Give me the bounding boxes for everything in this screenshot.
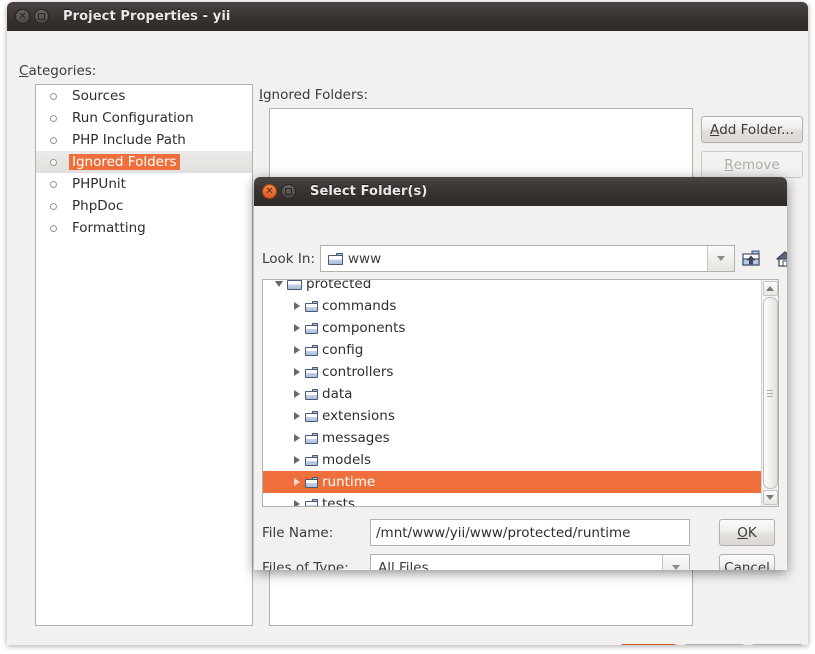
folder-icon: [305, 301, 318, 312]
tree-row-data[interactable]: data: [263, 383, 761, 405]
expander-right-icon[interactable]: [289, 346, 305, 354]
look-in-value: www: [348, 251, 381, 267]
look-in-combo-arrow[interactable]: [707, 246, 734, 271]
files-of-type-label: Files of Type:: [262, 560, 349, 570]
expander-right-icon[interactable]: [289, 456, 305, 464]
bullet-icon: [50, 181, 57, 188]
home-icon[interactable]: [772, 246, 787, 271]
look-in-combo[interactable]: www: [320, 245, 735, 272]
tree-row-config[interactable]: config: [263, 339, 761, 361]
tree-row-tests[interactable]: tests: [263, 493, 761, 506]
category-item-php-include-path[interactable]: PHP Include Path: [36, 129, 252, 151]
close-icon[interactable]: ✕: [15, 9, 30, 24]
category-item-phpunit[interactable]: PHPUnit: [36, 173, 252, 195]
expander-right-icon[interactable]: [289, 434, 305, 442]
tree-vertical-scrollbar[interactable]: [761, 280, 778, 506]
folder-icon: [305, 345, 318, 356]
tree-row-runtime[interactable]: runtime: [263, 471, 761, 493]
folder-icon: [305, 367, 318, 378]
folder-icon: [305, 433, 318, 444]
category-item-phpdoc[interactable]: PhpDoc: [36, 195, 252, 217]
grip-icon: [767, 390, 773, 397]
scroll-down-button[interactable]: [763, 490, 778, 505]
files-of-type-combo[interactable]: All Files: [370, 554, 690, 570]
bullet-icon: [50, 225, 57, 232]
ignored-folders-label: Ignored Folders:: [259, 87, 368, 103]
category-item-ignored-folders[interactable]: Ignored Folders: [36, 151, 252, 173]
bullet-icon: [50, 159, 57, 166]
folder-icon: [305, 455, 318, 466]
dialog-toolbar: [738, 246, 787, 271]
tree-row-models[interactable]: models: [263, 449, 761, 471]
select-folders-dialog: ✕ Select Folder(s) Look In: www: [254, 177, 787, 570]
cancel-button[interactable]: Cancel: [684, 644, 745, 645]
dialog-close-icon[interactable]: ✕: [262, 184, 277, 199]
dialog-ok-button[interactable]: OK: [719, 519, 775, 546]
folder-icon: [328, 253, 343, 265]
tree-row-extensions[interactable]: extensions: [263, 405, 761, 427]
add-folder-button[interactable]: Add Folder...: [701, 116, 803, 143]
dialog-titlebar[interactable]: ✕ Select Folder(s): [254, 177, 787, 206]
categories-list[interactable]: Sources Run Configuration PHP Include Pa…: [35, 84, 253, 626]
dialog-cancel-button[interactable]: Cancel: [719, 554, 775, 570]
up-folder-icon[interactable]: [738, 246, 764, 271]
bullet-icon: [50, 137, 57, 144]
look-in-combo-value-wrap: www: [321, 251, 707, 267]
expander-right-icon[interactable]: [289, 368, 305, 376]
expander-right-icon[interactable]: [289, 478, 305, 486]
folder-tree-panel[interactable]: protected commands components: [262, 279, 779, 507]
expander-right-icon[interactable]: [289, 500, 305, 506]
ok-button[interactable]: OK: [620, 644, 677, 645]
folder-icon: [287, 280, 302, 290]
folder-icon: [305, 477, 318, 488]
bullet-icon: [50, 93, 57, 100]
folder-icon: [305, 411, 318, 422]
file-name-label: File Name:: [262, 525, 333, 541]
look-in-label: Look In:: [262, 251, 315, 267]
expander-right-icon[interactable]: [289, 412, 305, 420]
expander-right-icon[interactable]: [289, 324, 305, 332]
dialog-body: Look In: www: [254, 206, 787, 570]
help-button[interactable]: Help: [751, 644, 803, 645]
tree-row-protected[interactable]: protected: [263, 280, 761, 295]
files-of-type-combo-arrow[interactable]: [662, 555, 689, 570]
folder-tree[interactable]: protected commands components: [263, 280, 761, 506]
expander-down-icon[interactable]: [271, 281, 287, 287]
tree-row-controllers[interactable]: controllers: [263, 361, 761, 383]
category-item-formatting[interactable]: Formatting: [36, 217, 252, 239]
dialog-title: Select Folder(s): [310, 184, 427, 199]
bullet-icon: [50, 203, 57, 210]
dialog-maximize-icon[interactable]: [281, 184, 296, 199]
chevron-down-icon: [672, 565, 680, 570]
category-item-sources[interactable]: Sources: [36, 85, 252, 107]
expander-right-icon[interactable]: [289, 302, 305, 310]
tree-row-commands[interactable]: commands: [263, 295, 761, 317]
tree-row-components[interactable]: components: [263, 317, 761, 339]
folder-icon: [305, 323, 318, 334]
category-item-run-configuration[interactable]: Run Configuration: [36, 107, 252, 129]
window-title: Project Properties - yii: [63, 9, 230, 24]
categories-label: Categories:: [19, 63, 96, 79]
files-of-type-value: All Files: [371, 560, 662, 571]
remove-button: Remove: [701, 151, 803, 178]
main-titlebar[interactable]: ✕ Project Properties - yii: [7, 2, 808, 31]
scroll-up-button[interactable]: [763, 281, 778, 296]
chevron-down-icon: [717, 256, 725, 261]
folder-icon: [305, 389, 318, 400]
tree-row-messages[interactable]: messages: [263, 427, 761, 449]
scrollbar-track[interactable]: [763, 297, 778, 489]
scrollbar-thumb[interactable]: [763, 297, 778, 489]
expander-right-icon[interactable]: [289, 390, 305, 398]
file-name-input[interactable]: /mnt/www/yii/www/protected/runtime: [370, 519, 690, 546]
maximize-icon[interactable]: [34, 9, 49, 24]
folder-icon: [305, 499, 318, 507]
bullet-icon: [50, 115, 57, 122]
